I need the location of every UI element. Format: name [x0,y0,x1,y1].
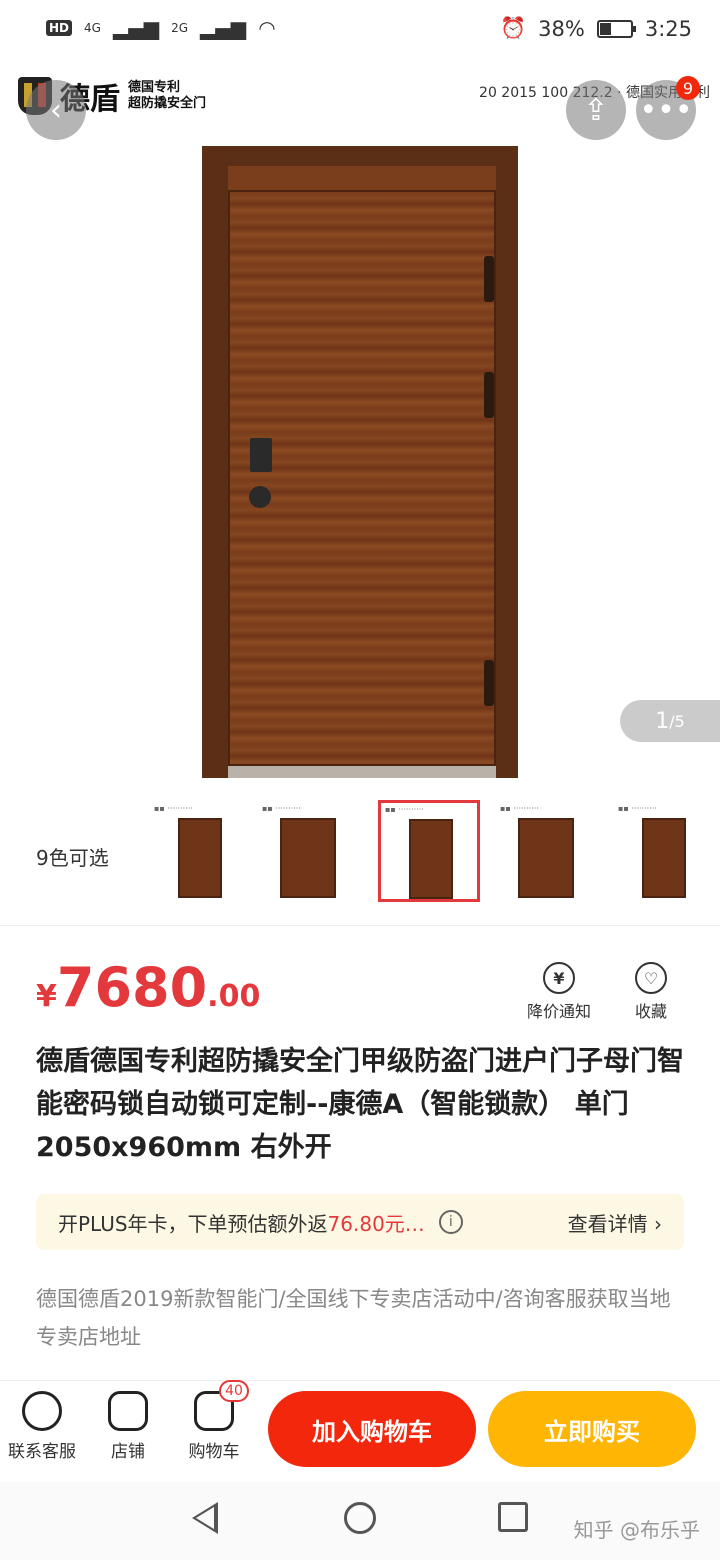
nav-back-icon[interactable] [192,1502,218,1534]
battery-fill [599,22,611,35]
favorite-label: 收藏 [634,1002,667,1021]
plus-rebate-amount: 76.80元… [327,1211,425,1236]
chevron-left-icon: ‹ [50,92,62,128]
share-icon: ⇪ [583,92,609,128]
price-decimal: .00 [207,979,261,1014]
currency-symbol: ¥ [36,979,57,1014]
color-thumb[interactable]: ▪▪ ·········· [614,802,714,902]
product-price: ¥ 7680 .00 [36,956,260,1019]
door-sill [228,766,496,778]
color-thumb[interactable]: ▪▪ ·········· [496,802,596,902]
wifi-icon: ◠ [258,16,276,40]
pager-total: /5 [669,711,685,731]
color-selector: 9色可选 ▪▪ ·········· ▪▪ ·········· ▪▪ ····… [0,780,720,926]
more-button[interactable]: ••• 9 [636,76,700,140]
back-button[interactable]: ‹ [26,80,86,140]
image-pager: 1 /5 [620,700,720,742]
share-button[interactable]: ⇪ [566,80,626,140]
signal-bars-icon: ▂▄▆ [112,16,160,40]
status-left: HD 4G ▂▄▆ 2G ▂▄▆ ◠ [46,16,276,40]
cart-count-badge: 40 [219,1380,249,1402]
store-button[interactable]: 店铺 [86,1391,170,1462]
status-bar: HD 4G ▂▄▆ 2G ▂▄▆ ◠ ⏰ 38% 3:25 [0,0,720,60]
color-thumb[interactable]: ▪▪ ·········· [150,802,250,902]
hinge-icon [484,372,494,418]
lock-knob-icon [249,486,271,508]
message-count-badge: 9 [676,76,700,100]
add-to-cart-button[interactable]: 加入购物车 [268,1391,476,1467]
signal-4g-icon: 4G [84,21,101,35]
thumb-door [280,818,336,898]
hd-indicator: HD [46,20,73,36]
cart-icon: 40 [194,1380,249,1431]
customer-service-button[interactable]: 联系客服 [0,1391,84,1462]
plus-detail-link[interactable]: 查看详情 › [568,1208,662,1237]
info-icon[interactable]: i [438,1210,463,1234]
cart-label: 购物车 [188,1442,240,1462]
thumb-door [518,818,574,898]
color-thumb[interactable]: ▪▪ ·········· [258,802,358,902]
price-drop-notify-button[interactable]: ¥ 降价通知 [514,962,604,1022]
favorite-button[interactable]: ♡ 收藏 [606,962,696,1022]
store-label: 店铺 [111,1442,145,1462]
signal-bars-icon: ▂▄▆ [200,16,247,40]
thumb-logo: ▪▪ ·········· [618,804,657,813]
bottom-action-bar: 联系客服 店铺 40 购物车 加入购物车 立即购买 [0,1380,720,1482]
battery-icon [596,19,636,38]
door-top-rail [228,166,496,192]
signal-2g-icon: 2G [171,21,189,35]
color-count-label[interactable]: 9色可选 [36,842,109,871]
thumb-logo: ▪▪ ·········· [500,804,539,813]
clock: 3:25 [644,16,692,41]
hinge-icon [484,256,494,302]
buy-now-button[interactable]: 立即购买 [488,1391,696,1467]
brand-sub-line2: 超防撬安全门 [128,96,207,111]
hinge-icon [484,660,494,706]
brand-sub-line1: 德国专利 [128,80,181,95]
thumb-logo: ▪▪ ·········· [262,804,301,813]
alarm-icon: ⏰ [499,16,527,40]
thumb-logo: ▪▪ ·········· [154,804,193,813]
price-alert-icon: ¥ [543,962,575,994]
pager-current: 1 [655,708,670,734]
product-image-carousel[interactable]: 德盾 德国专利 超防撬安全门 20 2015 100 212.2 · 德国实用专… [0,60,720,780]
status-right: ⏰ 38% 3:25 [500,16,692,41]
smart-lock-icon [250,438,272,472]
nav-recents-icon[interactable] [498,1502,528,1532]
system-nav-bar: 知乎 @布乐乎 [0,1482,720,1560]
battery-percent: 38% [538,16,585,41]
price-integer: 7680 [56,956,208,1019]
color-thumb-selected[interactable]: ▪▪ ·········· [378,800,480,902]
heart-icon: ♡ [635,962,667,994]
thumb-door [409,819,453,899]
brand-subtitle: 德国专利 超防撬安全门 [128,80,206,112]
nav-home-icon[interactable] [344,1502,376,1534]
customer-service-label: 联系客服 [8,1442,76,1462]
product-title: 德盾德国专利超防撬安全门甲级防盗门进户门子母门智能密码锁自动锁可定制--康德A（… [36,1046,684,1163]
watermark: 知乎 @布乐乎 [573,1518,700,1542]
chat-icon [22,1391,62,1431]
cart-button[interactable]: 40 购物车 [172,1380,256,1462]
price-drop-notify-label: 降价通知 [526,1002,591,1021]
promo-description: 德国德盾2019新款智能门/全国线下专卖店活动中/咨询客服获取当地专卖店地址 [36,1287,671,1349]
thumb-door [642,818,686,898]
store-icon [108,1391,148,1431]
thumb-door [178,818,222,898]
thumb-logo: ▪▪ ·········· [385,805,424,814]
plus-promo-bar[interactable]: 开PLUS年卡，下单预估额外返 76.80元… i 查看详情 › [36,1194,684,1250]
plus-promo-text: 开PLUS年卡，下单预估额外返 [58,1211,328,1236]
